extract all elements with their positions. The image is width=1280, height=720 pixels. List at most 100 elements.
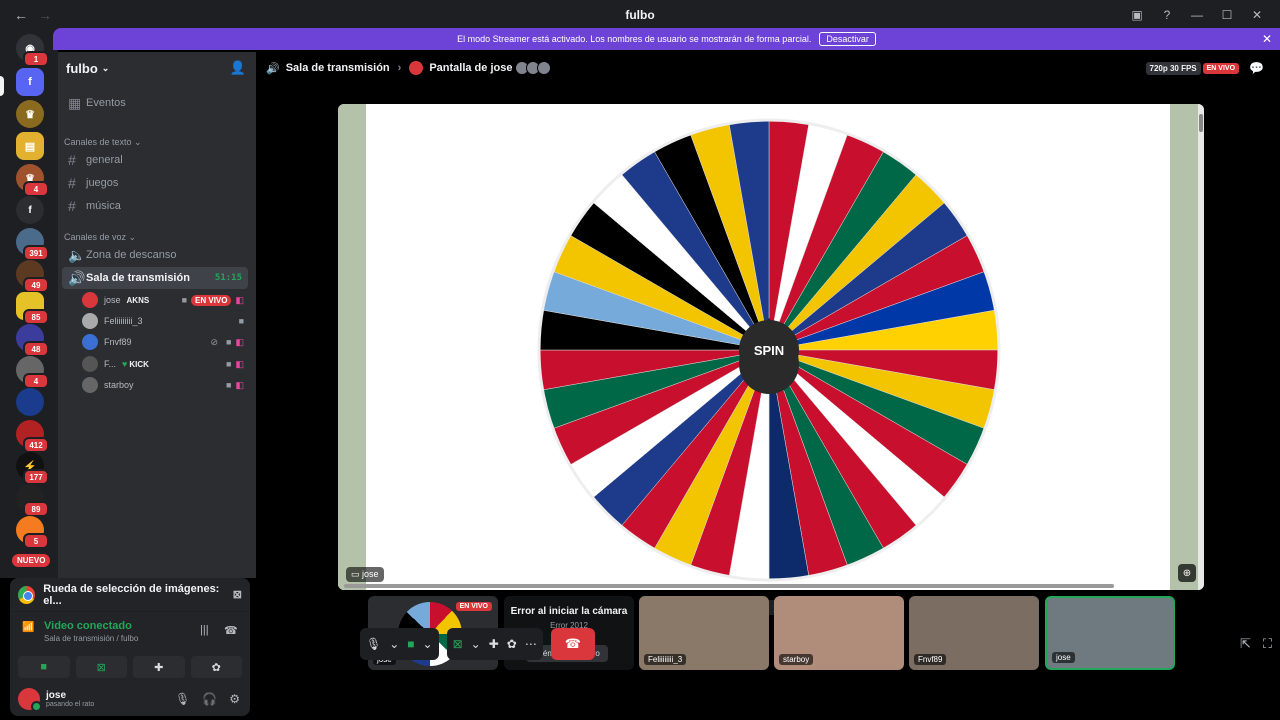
stop-stream-icon[interactable]: ⊠	[233, 588, 242, 601]
live-badge: EN VIVO	[1202, 62, 1240, 74]
camera-button[interactable]: ■	[18, 656, 70, 678]
chevron-down-icon[interactable]: ⌄	[389, 637, 399, 651]
server-name: fulbo	[66, 60, 98, 76]
text-category[interactable]: Canales de texto ⌄	[64, 137, 142, 148]
chevron-down-icon[interactable]: ⌄	[423, 637, 433, 651]
channel-musica[interactable]: # música	[62, 195, 248, 217]
channel-juegos[interactable]: # juegos	[62, 172, 248, 194]
microphone-icon[interactable]: 🎙	[366, 637, 381, 651]
server-icon[interactable]: 5	[16, 516, 49, 549]
avatar[interactable]	[18, 688, 42, 712]
hash-icon: #	[68, 175, 76, 191]
soundboard-icon[interactable]: ✿	[507, 637, 517, 651]
activity-row[interactable]: Rueda de selección de imágenes: el... ⊠	[10, 578, 250, 612]
spin-wheel[interactable]: SPIN	[537, 118, 1001, 582]
video-icon: ■	[238, 316, 244, 326]
events-item[interactable]: ▦ Eventos	[62, 92, 248, 114]
signal-icon: 📶	[22, 622, 35, 633]
events-label: Eventos	[86, 97, 126, 109]
settings-gear-icon[interactable]: ⚙	[229, 692, 240, 706]
voice-channel-transmision[interactable]: 🔊 Sala de transmisión 51:15	[62, 267, 248, 289]
server-icon[interactable]: ⚡ 177	[16, 452, 49, 485]
participant-tile[interactable]: Feliiiiiiii_3	[639, 596, 769, 670]
server-header[interactable]: fulbo ⌄ 👤	[58, 52, 256, 84]
scrollbar-thumb[interactable]	[1199, 114, 1203, 132]
speaker-icon: 🔊	[68, 269, 86, 286]
tile-name: Feliiiiiiii_3	[644, 654, 687, 665]
pop-out-icon[interactable]: ⇱	[1240, 636, 1251, 652]
mic-control[interactable]: 🎙 ⌄ ■ ⌄	[360, 628, 439, 660]
chat-icon[interactable]: 💬	[1249, 61, 1264, 75]
notification-badge: 1	[23, 51, 49, 67]
minimize-icon[interactable]: —	[1182, 0, 1212, 30]
activities-icon[interactable]: ✚	[489, 637, 499, 651]
video-icon: ■	[181, 295, 188, 305]
chevron-down-icon[interactable]: ⌄	[471, 637, 481, 651]
viewer-avatars[interactable]	[515, 61, 552, 75]
server-icon[interactable]: 391	[16, 228, 49, 261]
microphone-icon[interactable]: 🎙	[175, 692, 190, 706]
screen-name-tag: ▭ jose	[346, 567, 384, 582]
headphones-icon[interactable]: 🎧	[202, 692, 217, 706]
voice-member[interactable]: starboy ■ ◧	[82, 375, 248, 395]
channel-general[interactable]: # general	[62, 149, 248, 171]
channel-label: música	[86, 200, 121, 212]
video-icon: ■	[226, 359, 232, 369]
user-name[interactable]: jose	[46, 690, 94, 701]
voice-member[interactable]: Feliiiiiiii_3 ■	[82, 311, 248, 331]
voice-category[interactable]: Canales de voz ⌄	[64, 232, 136, 243]
server-icon[interactable]: 4	[16, 356, 49, 389]
voice-member[interactable]: Fnvf89 ⊘ ■ ◧	[82, 332, 248, 352]
video-icon: ■	[226, 380, 232, 390]
noise-suppression-icon[interactable]: |||	[200, 624, 209, 636]
new-badge[interactable]: NUEVO	[12, 554, 51, 567]
voice-member[interactable]: jose AKNS ■ EN VIVO ◧	[82, 290, 248, 310]
voice-member[interactable]: F... ♥ KICK ■ ◧	[82, 354, 248, 374]
server-icon[interactable]: 85	[16, 292, 49, 325]
streamer-mode-banner: El modo Streamer está activado. Los nomb…	[53, 28, 1280, 50]
inbox-icon[interactable]: ▣	[1122, 0, 1152, 30]
activities-button[interactable]: ✚	[133, 656, 185, 678]
server-icon[interactable]: 49	[16, 260, 49, 293]
invite-icon[interactable]: 👤	[230, 60, 246, 76]
close-banner-icon[interactable]: ✕	[1262, 32, 1272, 46]
connection-location[interactable]: Sala de transmisión / fulbo	[44, 634, 242, 643]
screen-share-icon[interactable]: ⊠	[453, 637, 463, 651]
stream-icon: ◧	[235, 336, 244, 347]
participant-tile[interactable]: starboy	[774, 596, 904, 670]
zoom-icon[interactable]: ⊕	[1178, 564, 1196, 582]
close-window-icon[interactable]: ✕	[1242, 0, 1272, 30]
disconnect-icon[interactable]: ☎	[224, 624, 238, 637]
server-icon[interactable]	[16, 388, 44, 416]
participant-tile[interactable]: jose	[1045, 596, 1175, 670]
channel-label: Sala de transmisión	[86, 272, 190, 284]
hang-up-button[interactable]: ☎	[550, 628, 595, 660]
share-control[interactable]: ⊠ ⌄ ✚ ✿ ⋯	[446, 628, 543, 660]
connection-status[interactable]: Video conectado	[44, 620, 242, 632]
video-icon[interactable]: ■	[407, 637, 414, 651]
server-icon[interactable]: 48	[16, 324, 49, 357]
server-icon[interactable]: 89	[16, 484, 49, 517]
horizontal-scrollbar[interactable]	[344, 584, 1114, 588]
server-fulbo-icon[interactable]: f	[16, 68, 44, 96]
screen-share-view[interactable]: SPIN ▭ jose ⊕	[338, 104, 1204, 590]
server-folder-icon[interactable]: ▤	[16, 132, 44, 160]
server-icon[interactable]: ♛	[16, 100, 44, 128]
deactivate-button[interactable]: Desactivar	[819, 32, 876, 46]
fullscreen-icon[interactable]: ⛶	[1263, 636, 1272, 652]
stage-header: 🔊 Sala de transmisión › Pantalla de jose…	[256, 52, 1280, 84]
stage-channel-name[interactable]: Sala de transmisión	[286, 62, 390, 74]
soundboard-button[interactable]: ✿	[190, 656, 242, 678]
maximize-icon[interactable]: ☐	[1212, 0, 1242, 30]
screen-share-button[interactable]: ⊠	[75, 656, 127, 678]
server-icon[interactable]: ♛ 4	[16, 164, 49, 197]
more-options-icon[interactable]: ⋯	[525, 637, 537, 651]
help-icon[interactable]: ?	[1152, 0, 1182, 30]
voice-channel-descanso[interactable]: 🔈 Zona de descanso	[62, 244, 248, 266]
stream-icon: ◧	[235, 379, 244, 390]
discord-home-icon[interactable]: ◉ 1	[16, 34, 49, 67]
server-icon[interactable]: 412	[16, 420, 49, 453]
server-icon[interactable]: f	[16, 196, 44, 224]
participant-tile[interactable]: Fnvf89	[909, 596, 1039, 670]
video-icon: ■	[226, 337, 232, 347]
